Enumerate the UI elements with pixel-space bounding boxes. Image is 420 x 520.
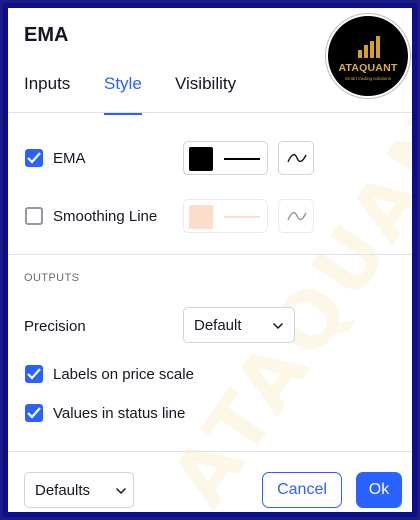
defaults-label: Defaults: [35, 482, 91, 499]
cancel-button[interactable]: Cancel: [262, 472, 342, 508]
defaults-dropdown[interactable]: Defaults: [24, 472, 134, 508]
precision-label: Precision: [24, 318, 86, 335]
tabs-divider: [8, 112, 412, 113]
ema-color-style-button[interactable]: [183, 141, 268, 175]
smoothing-line-checkbox[interactable]: [25, 207, 43, 225]
smoothing-line-label: Smoothing Line: [53, 208, 158, 225]
chevron-down-icon: [272, 322, 284, 330]
values-in-status-line-checkbox[interactable]: [25, 404, 43, 422]
wave-line-icon: [287, 211, 307, 221]
tab-visibility[interactable]: Visibility: [175, 74, 236, 112]
smoothing-line-color-swatch: [189, 205, 213, 229]
logo-brand: ATAQUANT: [338, 62, 398, 74]
footer-divider: [8, 451, 412, 452]
values-in-status-line-label: Values in status line: [53, 405, 186, 422]
precision-value: Default: [194, 317, 242, 334]
window-frame: ATAQUANT EMA ATAQUANT Smart trading solu…: [3, 3, 417, 517]
check-icon: [27, 368, 41, 380]
chevron-down-icon: [115, 487, 127, 495]
ok-button[interactable]: Ok: [356, 472, 402, 508]
outputs-heading: OUTPUTS: [24, 272, 80, 284]
indicator-settings-dialog: ATAQUANT EMA ATAQUANT Smart trading solu…: [8, 8, 412, 512]
precision-select[interactable]: Default: [183, 307, 295, 343]
ema-plot-type-button[interactable]: [278, 141, 314, 175]
check-icon: [27, 152, 41, 164]
section-divider: [8, 254, 412, 255]
ema-color-swatch: [189, 147, 213, 171]
labels-on-price-scale-checkbox[interactable]: [25, 365, 43, 383]
smoothing-line-plot-type-button[interactable]: [278, 199, 314, 233]
check-icon: [27, 407, 41, 419]
tab-inputs[interactable]: Inputs: [24, 74, 70, 112]
smoothing-line-preview: [224, 216, 260, 218]
labels-on-price-scale-label: Labels on price scale: [53, 366, 194, 383]
bar-chart-icon: [358, 36, 382, 58]
logo-tagline: Smart trading solutions: [344, 76, 392, 81]
smoothing-line-color-style-button[interactable]: [183, 199, 268, 233]
ema-label: EMA: [53, 150, 86, 167]
ema-checkbox[interactable]: [25, 149, 43, 167]
tab-style[interactable]: Style: [104, 74, 142, 115]
wave-line-icon: [287, 153, 307, 163]
ataquant-logo: ATAQUANT Smart trading solutions: [326, 14, 410, 98]
dialog-title: EMA: [24, 24, 69, 46]
ema-line-preview: [224, 158, 260, 160]
